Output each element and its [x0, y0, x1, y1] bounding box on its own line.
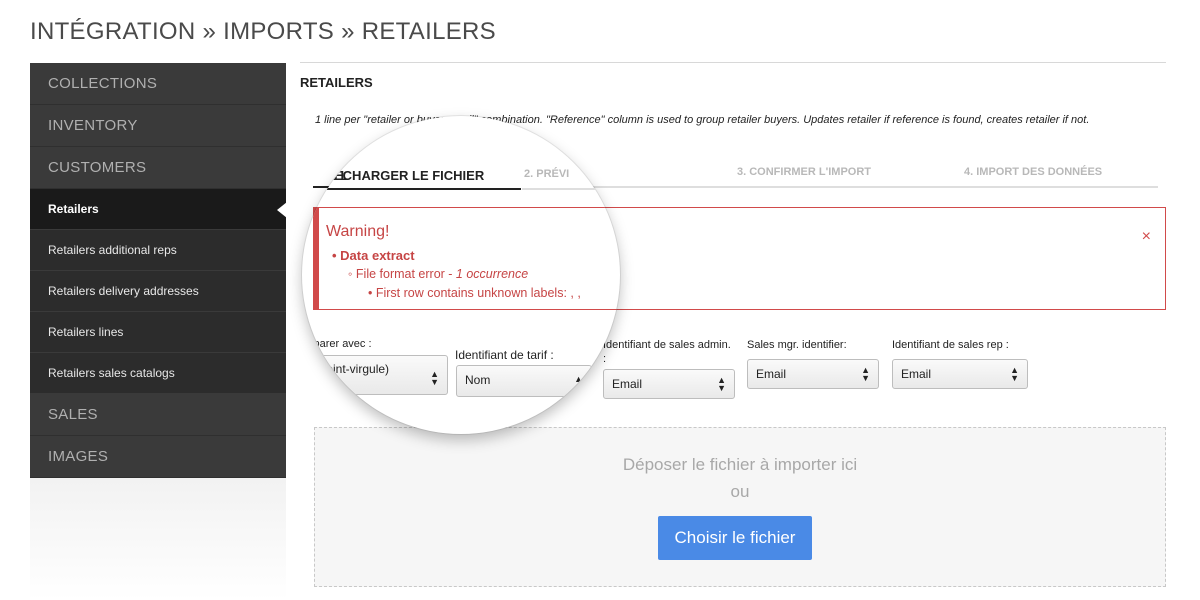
select-arrows-icon: ▲ ▼ — [717, 375, 726, 393]
sales-admin-select[interactable]: Email ▲ ▼ — [603, 369, 735, 399]
sidebar-section-sales[interactable]: SALES — [30, 394, 286, 436]
page-title: INTÉGRATION » IMPORTS » RETAILERS — [30, 18, 496, 45]
step-preview-label[interactable]: 2. PRÉVI — [524, 168, 569, 180]
sales-mgr-value: Email — [756, 367, 787, 381]
select-arrows-icon: ▲ ▼ — [861, 365, 870, 383]
step-confirm[interactable]: 3. CONFIRMER L'IMPORT — [737, 162, 950, 188]
separator-label: Séparer avec : — [302, 338, 372, 350]
dropzone-text: Déposer le fichier à importer ici — [622, 455, 858, 474]
select-arrows-icon: ▲ ▼ — [574, 374, 583, 392]
sidebar-section-collections[interactable]: COLLECTIONS — [30, 63, 286, 105]
warning-item-text: Data extract — [340, 248, 415, 263]
step-upload-label[interactable]: ÉCHARGER LE FICHIER — [334, 168, 484, 183]
step-import[interactable]: 4. IMPORT DES DONNÉES — [950, 162, 1158, 188]
sales-rep-select[interactable]: Email ▲ ▼ — [892, 359, 1028, 389]
step-active-underline — [327, 188, 521, 190]
sidebar: COLLECTIONS INVENTORY CUSTOMERS Retailer… — [30, 63, 287, 600]
warning-item: • Data extract — [332, 248, 415, 263]
close-icon[interactable]: × — [1142, 228, 1151, 246]
sales-rep-label: Identifiant de sales rep : — [892, 339, 1009, 351]
choose-file-button[interactable]: Choisir le fichier — [658, 516, 812, 560]
sidebar-item-retailers-lines[interactable]: Retailers lines — [30, 312, 286, 353]
separator-value: ; (point-virgule) — [309, 362, 390, 376]
sales-admin-label: Identifiant de sales admin. : — [603, 339, 731, 365]
warning-detail: • First row contains unknown labels: , , — [368, 286, 581, 300]
dropzone-or: ou — [730, 482, 750, 501]
sidebar-section-inventory[interactable]: INVENTORY — [30, 105, 286, 147]
sidebar-item-retailers-additional-reps[interactable]: Retailers additional reps — [30, 230, 286, 271]
sidebar-item-retailers[interactable]: Retailers — [30, 189, 287, 230]
sales-rep-filter: Identifiant de sales rep : Email ▲ ▼ — [892, 338, 1028, 389]
select-arrows-icon: ▲ ▼ — [430, 369, 439, 387]
magnifier-lens: 1 TÉL ÉCHARGER LE FICHIER 2. PRÉVI Warni… — [302, 116, 620, 434]
warning-error: ◦ File format error - 1 occurrence — [348, 267, 529, 281]
tarif-value: Nom — [465, 373, 491, 387]
tarif-select[interactable]: Nom ▲ ▼ — [456, 365, 592, 397]
sales-mgr-label: Sales mgr. identifier: — [747, 339, 847, 351]
sales-admin-filter: Identifiant de sales admin. : Email ▲ ▼ — [603, 338, 735, 399]
warning-title: Warning! — [326, 223, 390, 240]
warning-detail-text: First row contains unknown labels: , , — [375, 286, 581, 300]
sales-mgr-filter: Sales mgr. identifier: Email ▲ ▼ — [747, 338, 879, 389]
warning-occurrence: 1 occurrence — [455, 267, 529, 281]
section-title: RETAILERS — [300, 75, 373, 90]
sidebar-section-customers[interactable]: CUSTOMERS — [30, 147, 286, 189]
header-divider — [300, 62, 1166, 63]
sales-mgr-select[interactable]: Email ▲ ▼ — [747, 359, 879, 389]
warning-error-text: File format error - — [355, 267, 456, 281]
file-dropzone[interactable]: Déposer le fichier à importer ici ou Cho… — [314, 427, 1166, 587]
step-inactive-underline — [522, 188, 620, 190]
select-arrows-icon: ▲ ▼ — [1010, 365, 1019, 383]
sidebar-section-images[interactable]: IMAGES — [30, 436, 286, 478]
sidebar-item-retailers-sales-catalogs[interactable]: Retailers sales catalogs — [30, 353, 286, 394]
tarif-label: Identifiant de tarif : — [455, 348, 554, 362]
separator-select[interactable]: ; (point-virgule) ▲ ▼ — [302, 355, 448, 395]
sales-rep-value: Email — [901, 367, 932, 381]
sidebar-item-retailers-delivery-addresses[interactable]: Retailers delivery addresses — [30, 271, 286, 312]
